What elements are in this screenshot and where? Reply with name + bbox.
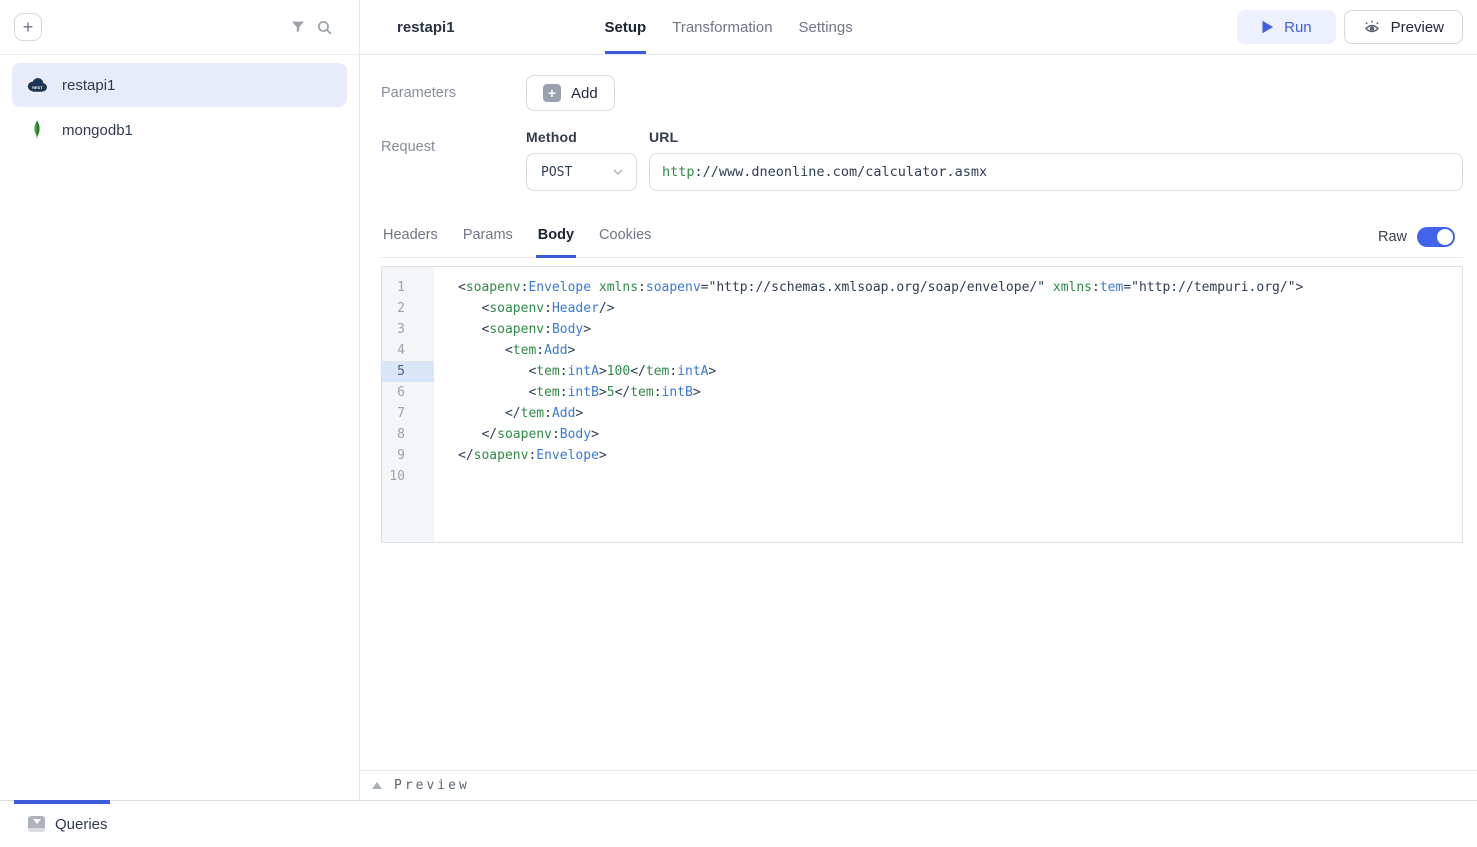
queries-label: Queries bbox=[55, 816, 108, 833]
svg-text:REST: REST bbox=[32, 85, 43, 90]
raw-toggle-group: Raw bbox=[1378, 227, 1455, 257]
tab-params[interactable]: Params bbox=[461, 219, 515, 258]
setup-panel: Parameters + Add Request Method POST bbox=[360, 55, 1477, 770]
sidebar-item-restapi1[interactable]: REST restapi1 bbox=[12, 63, 347, 107]
queries-icon bbox=[28, 816, 45, 832]
url-field: URL http://www.dneonline.com/calculator.… bbox=[649, 129, 1463, 191]
filter-icon[interactable] bbox=[285, 14, 311, 40]
sidebar-item-mongodb1[interactable]: mongodb1 bbox=[12, 108, 347, 152]
plus-icon: + bbox=[543, 84, 561, 102]
editor-gutter: 12345678910 bbox=[382, 267, 434, 542]
parameters-row: Parameters + Add bbox=[381, 75, 1463, 111]
request-subtabs: Headers Params Body Cookies Raw bbox=[381, 219, 1463, 258]
preview-bar-label: Preview bbox=[394, 778, 470, 793]
rest-api-icon: REST bbox=[26, 77, 48, 93]
collapse-triangle-icon bbox=[372, 782, 382, 789]
sidebar-item-label: restapi1 bbox=[62, 77, 115, 94]
search-icon[interactable] bbox=[311, 14, 337, 40]
url-rest: ://www.dneonline.com/calculator.asmx bbox=[695, 164, 988, 180]
parameters-label: Parameters bbox=[381, 75, 526, 111]
raw-toggle[interactable] bbox=[1417, 227, 1455, 247]
method-label: Method bbox=[526, 129, 637, 145]
request-row: Request Method POST URL http://www.dneon… bbox=[381, 129, 1463, 191]
app-window: + REST bbox=[0, 0, 1477, 800]
url-input[interactable]: http://www.dneonline.com/calculator.asmx bbox=[649, 153, 1463, 191]
raw-label: Raw bbox=[1378, 229, 1407, 245]
bottom-bar: Queries bbox=[0, 800, 1477, 847]
main-panel: restapi1 Setup Transformation Settings R… bbox=[360, 0, 1477, 800]
preview-collapse-bar[interactable]: Preview bbox=[360, 770, 1477, 800]
play-icon bbox=[1261, 20, 1274, 34]
method-select[interactable]: POST bbox=[526, 153, 637, 191]
preview-button[interactable]: Preview bbox=[1344, 10, 1463, 44]
url-scheme: http bbox=[662, 164, 695, 180]
url-label: URL bbox=[649, 129, 1463, 145]
new-query-button[interactable]: + bbox=[14, 13, 42, 41]
active-bottom-tab-indicator bbox=[14, 800, 110, 804]
mongodb-icon bbox=[26, 120, 48, 140]
method-field: Method POST bbox=[526, 129, 637, 191]
editor-code[interactable]: <soapenv:Envelope xmlns:soapenv="http://… bbox=[434, 267, 1462, 542]
tab-transformation[interactable]: Transformation bbox=[672, 0, 772, 54]
top-actions: Run Preview bbox=[1237, 10, 1463, 44]
tab-headers[interactable]: Headers bbox=[381, 219, 440, 258]
add-parameter-button[interactable]: + Add bbox=[526, 75, 615, 111]
method-value: POST bbox=[541, 165, 602, 180]
run-button[interactable]: Run bbox=[1237, 10, 1336, 44]
sidebar-item-label: mongodb1 bbox=[62, 122, 133, 139]
request-label: Request bbox=[381, 129, 526, 191]
eye-icon bbox=[1363, 19, 1381, 35]
sidebar: + REST bbox=[0, 0, 360, 800]
tab-setup[interactable]: Setup bbox=[605, 0, 647, 54]
tab-cookies[interactable]: Cookies bbox=[597, 219, 653, 258]
code-editor[interactable]: 12345678910 <soapenv:Envelope xmlns:soap… bbox=[381, 266, 1463, 543]
tab-body[interactable]: Body bbox=[536, 219, 576, 258]
tab-settings[interactable]: Settings bbox=[799, 0, 853, 54]
query-list: REST restapi1 mongodb1 bbox=[0, 55, 359, 160]
main-tabs: Setup Transformation Settings bbox=[605, 0, 853, 54]
chevron-down-icon bbox=[610, 164, 626, 180]
query-title: restapi1 bbox=[397, 19, 455, 36]
sidebar-toolbar: + bbox=[0, 0, 359, 55]
queries-tab[interactable]: Queries bbox=[28, 816, 108, 833]
top-bar: restapi1 Setup Transformation Settings R… bbox=[360, 0, 1477, 55]
